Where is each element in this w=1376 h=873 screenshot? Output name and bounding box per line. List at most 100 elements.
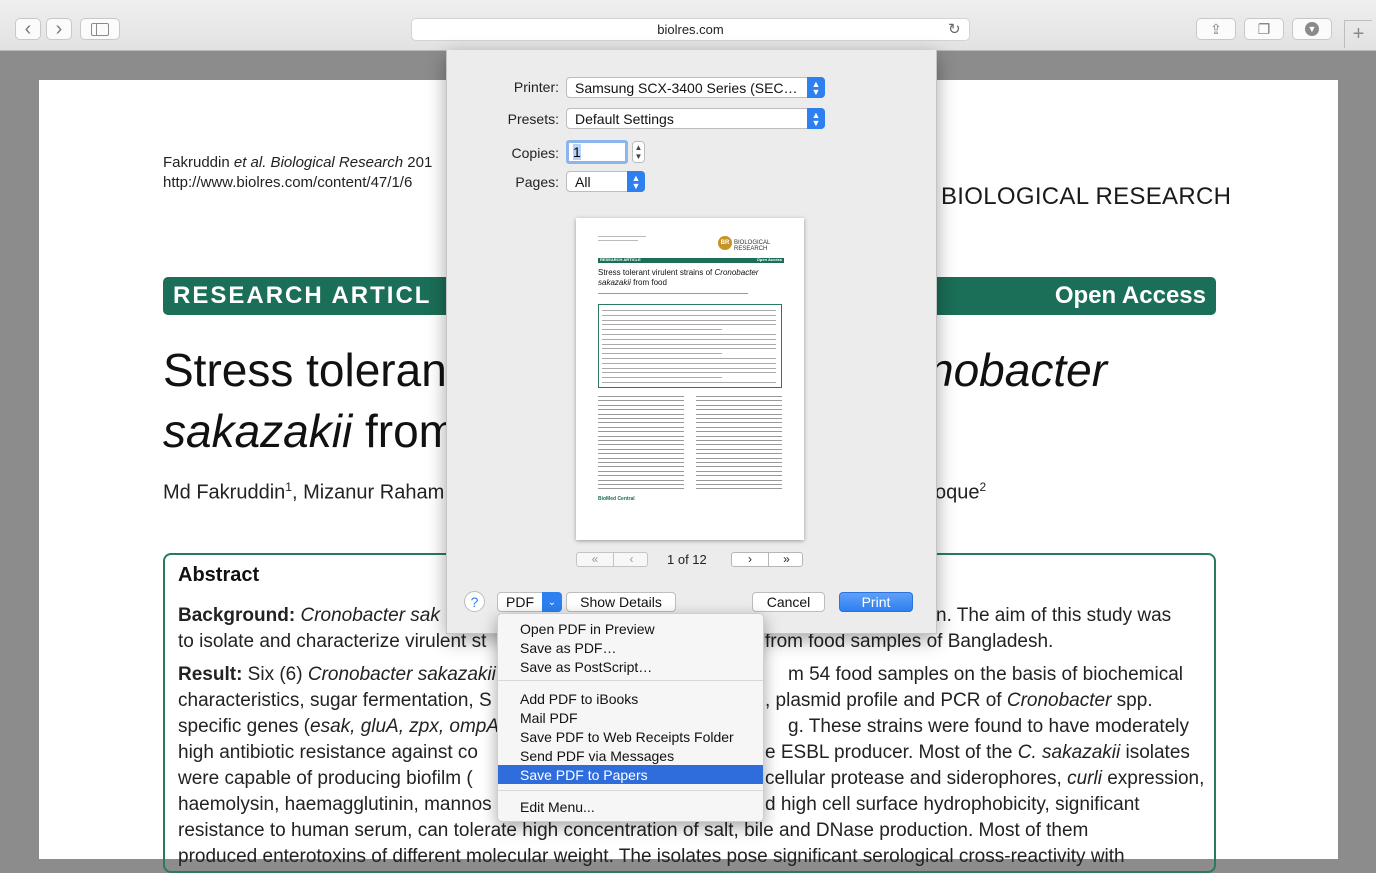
menu-item-save-pdf[interactable]: Save as PDF… xyxy=(498,638,763,657)
preview-text-line xyxy=(602,377,722,379)
preview-text-line xyxy=(598,400,684,402)
preview-footer-logo: BioMed Central xyxy=(598,496,635,502)
menu-item-papers[interactable]: Save PDF to Papers xyxy=(498,765,763,784)
preview-text-line xyxy=(696,457,782,459)
abstract-line: n. The aim of this study was xyxy=(936,605,1172,626)
preview-text-line xyxy=(602,338,776,340)
printer-select[interactable]: Samsung SCX-3400 Series (SEC… ▲ ▼ xyxy=(566,77,825,98)
banner-label: RESEARCH ARTICL xyxy=(173,282,432,309)
chevron-left-icon: ‹ xyxy=(24,17,32,40)
tabs-button[interactable]: ❐ xyxy=(1244,18,1284,40)
page-nav-back: « ‹ xyxy=(576,552,648,567)
abstract-line: Background: Cronobacter sak xyxy=(178,605,440,626)
sidebar-icon xyxy=(91,22,109,36)
reload-icon[interactable]: ↻ xyxy=(948,20,964,38)
preview-text-line xyxy=(598,422,684,424)
pdf-menu-button[interactable]: PDF ⌄ xyxy=(497,592,562,612)
preview-text-line xyxy=(598,431,684,433)
preview-text-line xyxy=(696,479,782,481)
abstract-line: m 54 food samples on the basis of bioche… xyxy=(788,664,1183,685)
tabs-icon: ❐ xyxy=(1257,20,1271,37)
last-page-icon[interactable]: » xyxy=(768,553,804,566)
preview-text-line xyxy=(696,396,782,397)
preview-text-line xyxy=(602,358,776,359)
menu-item-open-preview[interactable]: Open PDF in Preview xyxy=(498,619,763,638)
preview-text-line xyxy=(696,431,782,433)
pdf-dropdown-menu: Open PDF in Preview Save as PDF… Save as… xyxy=(497,613,764,822)
article-title-line1-end: nobacter xyxy=(928,344,1108,396)
cancel-button[interactable]: Cancel xyxy=(752,592,825,612)
abstract-heading: Abstract xyxy=(178,564,260,586)
citation-line: Fakruddin et al. Biological Research 201 xyxy=(163,154,433,171)
preview-text-line xyxy=(598,448,684,450)
sidebar-button[interactable] xyxy=(80,18,120,40)
first-page-icon[interactable]: « xyxy=(577,553,613,566)
preview-text-line xyxy=(598,484,684,485)
preview-text-line xyxy=(598,488,684,490)
menu-item-edit-menu[interactable]: Edit Menu... xyxy=(498,797,763,816)
menu-item-web-receipts[interactable]: Save PDF to Web Receipts Folder xyxy=(498,727,763,746)
menu-item-messages[interactable]: Send PDF via Messages xyxy=(498,746,763,765)
abstract-line: g. These strains were found to have mode… xyxy=(788,716,1189,737)
preview-text-line xyxy=(598,409,684,411)
menu-separator xyxy=(498,680,763,681)
menu-item-mail-pdf[interactable]: Mail PDF xyxy=(498,708,763,727)
preview-text-line xyxy=(696,484,782,485)
preview-text-line xyxy=(598,404,684,406)
preview-title-2: sakazakii from food xyxy=(598,278,667,287)
preview-text-line xyxy=(696,470,782,472)
preview-text-line xyxy=(696,466,782,468)
preview-abstract xyxy=(598,304,782,388)
article-title-line1: Stress toleran xyxy=(163,344,447,396)
abstract-line: haemolysin, haemagglutinin, mannos xyxy=(178,794,492,815)
preview-text-line xyxy=(696,440,782,441)
preview-text-line xyxy=(598,396,684,397)
preview-text-line xyxy=(598,426,684,428)
show-details-button[interactable]: Show Details xyxy=(566,592,676,612)
preview-text-line xyxy=(602,348,776,350)
abstract-line: cellular protease and siderophores, curl… xyxy=(765,768,1205,789)
menu-item-ibooks[interactable]: Add PDF to iBooks xyxy=(498,689,763,708)
abstract-line: d high cell surface hydrophobicity, sign… xyxy=(765,794,1140,815)
abstract-line: to isolate and characterize virulent st xyxy=(178,631,487,652)
preview-text-line xyxy=(696,444,782,446)
preview-text-line xyxy=(598,479,684,481)
preview-text-line xyxy=(602,329,722,331)
journal-logo: BR xyxy=(718,236,732,250)
share-button[interactable]: ⇪ xyxy=(1196,18,1236,40)
preview-text-line xyxy=(602,310,776,311)
updown-arrows-icon: ▲ ▼ xyxy=(627,171,645,192)
forward-button[interactable]: › xyxy=(46,18,72,40)
preview-text-line xyxy=(598,418,684,419)
preview-text-line xyxy=(598,444,684,446)
pages-select[interactable]: All ▲ ▼ xyxy=(566,171,645,192)
open-access-label: Open Access xyxy=(1054,282,1206,309)
presets-select[interactable]: Default Settings ▲ ▼ xyxy=(566,108,825,129)
pages-label: Pages: xyxy=(515,174,559,190)
help-button[interactable]: ? xyxy=(464,591,485,612)
copies-stepper[interactable]: ▲ ▼ xyxy=(632,141,645,163)
preview-text-line xyxy=(602,372,776,374)
citation-url[interactable]: http://www.biolres.com/content/47/1/6 xyxy=(163,174,412,191)
prev-page-icon[interactable]: ‹ xyxy=(613,553,649,566)
preview-text-line xyxy=(696,413,782,415)
printer-label: Printer: xyxy=(513,79,559,95)
back-button[interactable]: ‹ xyxy=(15,18,41,40)
preview-text-line xyxy=(598,435,684,437)
address-bar[interactable]: biolres.com xyxy=(411,18,970,41)
chevron-right-icon: › xyxy=(55,17,63,40)
journal-name: BIOLOGICAL RESEARCH xyxy=(941,183,1232,210)
preview-text-line xyxy=(602,353,722,355)
new-tab-button[interactable]: + xyxy=(1344,20,1372,48)
page-nav-forward: › » xyxy=(731,552,803,567)
copies-field[interactable]: 1 xyxy=(566,140,628,164)
next-page-icon[interactable]: › xyxy=(732,553,768,566)
abstract-line: produced enterotoxins of different molec… xyxy=(178,846,1125,867)
abstract-line: , plasmid profile and PCR of Cronobacter… xyxy=(765,690,1153,711)
preview-text-line xyxy=(598,475,684,477)
share-icon: ⇪ xyxy=(1210,20,1222,37)
downloads-button[interactable]: ▼ xyxy=(1292,18,1332,40)
print-button[interactable]: Print xyxy=(839,592,913,612)
menu-item-save-postscript[interactable]: Save as PostScript… xyxy=(498,657,763,676)
preview-text-line xyxy=(602,324,776,326)
